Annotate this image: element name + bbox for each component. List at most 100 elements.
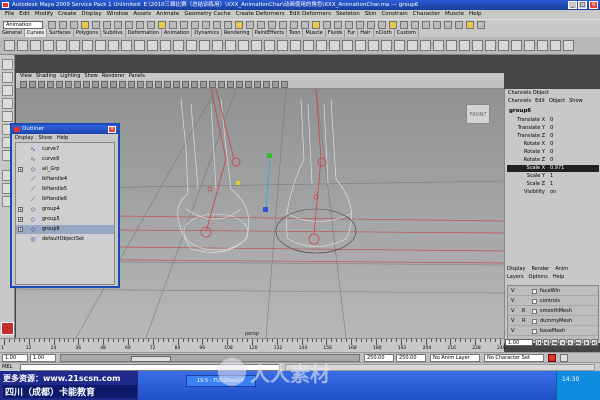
outliner-item[interactable]: ⟋ ikHandle5 — [16, 185, 114, 194]
shelf-tool-icon[interactable] — [134, 40, 145, 51]
channel-row[interactable]: Rotate X 0 — [507, 141, 599, 148]
selected-object-name[interactable]: group6 — [507, 107, 599, 115]
statusline-tool-icon[interactable] — [147, 21, 155, 29]
layer-visibility-toggle[interactable]: V — [511, 307, 514, 316]
layer-row[interactable]: VfaceWin — [508, 287, 598, 296]
shelf-tool-icon[interactable] — [69, 40, 80, 51]
menu-help[interactable]: Help — [469, 11, 482, 17]
shelf-tool-icon[interactable] — [420, 40, 431, 51]
shelf-tool-icon[interactable] — [446, 40, 457, 51]
shelf-tool-icon[interactable] — [121, 40, 132, 51]
statusline-tool-icon[interactable] — [455, 21, 463, 29]
viewport-tool-icon[interactable] — [20, 81, 27, 88]
select-tool-icon[interactable] — [2, 59, 13, 70]
statusline-tool-icon[interactable] — [48, 21, 56, 29]
layer-row[interactable]: V RsmoothMesh — [508, 307, 598, 316]
layer-reference-toggle[interactable]: R — [522, 317, 525, 326]
move-tool-icon[interactable] — [2, 98, 13, 109]
viewport-tool-icon[interactable] — [191, 81, 198, 88]
menu-geometry-cache[interactable]: Geometry Cache — [184, 11, 230, 17]
statusline-tool-icon[interactable] — [59, 21, 67, 29]
viewport-menu-view[interactable]: View — [20, 73, 32, 79]
statusline-tool-icon[interactable] — [323, 21, 331, 29]
layer-menu-layers[interactable]: Layers — [507, 274, 524, 280]
expand-icon[interactable]: + — [18, 167, 23, 172]
layer-name[interactable]: controls — [540, 297, 560, 306]
view-cube[interactable]: FRONT — [466, 104, 490, 124]
viewport-tool-icon[interactable] — [137, 81, 144, 88]
tab-hair[interactable]: Hair — [358, 29, 374, 37]
expand-icon[interactable]: + — [18, 217, 23, 222]
statusline-tool-icon[interactable] — [345, 21, 353, 29]
viewport-tool-icon[interactable] — [128, 81, 135, 88]
shelf-tool-icon[interactable] — [82, 40, 93, 51]
outliner-item[interactable]: + ◇ group5 — [16, 215, 114, 224]
outliner-close-button[interactable]: × — [108, 126, 116, 133]
playback-start-field[interactable]: 1.00 — [30, 354, 56, 362]
menu-set-select[interactable]: Animation — [3, 21, 43, 29]
outliner-menu-display[interactable]: Display — [15, 135, 33, 141]
left-foot-mesh[interactable] — [177, 98, 250, 253]
viewport-menu-panels[interactable]: Panels — [129, 73, 145, 79]
statusline-tool-icon[interactable] — [70, 21, 78, 29]
shelf-tool-icon[interactable] — [498, 40, 509, 51]
channel-value[interactable]: 1 — [550, 181, 553, 188]
statusline-tool-icon[interactable] — [246, 21, 254, 29]
viewport-tool-icon[interactable] — [245, 81, 252, 88]
shelf-tool-icon[interactable] — [329, 40, 340, 51]
layer-name[interactable]: baseMesh — [540, 327, 565, 336]
shelf-tool-icon[interactable] — [17, 40, 28, 51]
viewport-tool-icon[interactable] — [164, 81, 171, 88]
shelf-tool-icon[interactable] — [30, 40, 41, 51]
outliner-item[interactable]: + ◇ ali_Grp — [16, 165, 114, 174]
viewport-tool-icon[interactable] — [65, 81, 72, 88]
statusline-tool-icon[interactable] — [466, 21, 474, 29]
layer-name[interactable]: faceWin — [540, 287, 560, 296]
menu-create[interactable]: Create — [58, 11, 76, 17]
shelf-tool-icon[interactable] — [355, 40, 366, 51]
channel-row[interactable]: Rotate Z 0 — [507, 157, 599, 164]
channel-row[interactable]: Scale Y 1 — [507, 173, 599, 180]
menu-assets[interactable]: Assets — [133, 11, 151, 17]
menu-muscle[interactable]: Muscle — [445, 11, 464, 17]
layer-menu-help[interactable]: Help — [553, 274, 564, 280]
outliner-menu-show[interactable]: Show — [38, 135, 52, 141]
channel-value[interactable]: 0 — [550, 117, 553, 124]
viewport-tool-icon[interactable] — [182, 81, 189, 88]
menu-skin[interactable]: Skin — [365, 11, 377, 17]
outliner-menu-help[interactable]: Help — [57, 135, 68, 141]
outliner-item[interactable]: ∿ curve9 — [16, 155, 114, 164]
statusline-tool-icon[interactable] — [268, 21, 276, 29]
layer-color-swatch[interactable] — [532, 289, 537, 294]
layer-tab-render[interactable]: Render — [531, 266, 549, 272]
statusline-tool-icon[interactable] — [92, 21, 100, 29]
layer-menu-options[interactable]: Options — [529, 274, 548, 280]
tab-dynamics[interactable]: Dynamics — [192, 29, 223, 37]
shelf-tool-icon[interactable] — [407, 40, 418, 51]
shelf-tool-icon[interactable] — [56, 40, 67, 51]
channel-value[interactable]: 0 — [550, 157, 553, 164]
anim-layer-select[interactable]: No Anim Layer — [430, 354, 480, 362]
auto-key-icon[interactable] — [548, 354, 556, 362]
viewport-tool-icon[interactable] — [155, 81, 162, 88]
channel-row[interactable]: Visibility on — [507, 189, 599, 196]
tab-toon[interactable]: Toon — [287, 29, 304, 37]
menu-file[interactable]: File — [5, 11, 14, 17]
maya-app-icon[interactable] — [2, 2, 9, 8]
channel-menu-edit[interactable]: Edit — [535, 98, 545, 104]
statusline-tool-icon[interactable] — [444, 21, 452, 29]
channel-value[interactable]: 0 — [550, 149, 553, 156]
tab-fluids[interactable]: Fluids — [326, 29, 346, 37]
shelf-tool-icon[interactable] — [537, 40, 548, 51]
shelf-tool-icon[interactable] — [394, 40, 405, 51]
paint-select-icon[interactable] — [2, 85, 13, 96]
channel-value[interactable]: on — [550, 189, 556, 196]
menu-display[interactable]: Display — [81, 11, 101, 17]
shelf-tool-icon[interactable] — [212, 40, 223, 51]
channel-value[interactable]: 0 — [550, 141, 553, 148]
viewport-tool-icon[interactable] — [227, 81, 234, 88]
tab-rendering[interactable]: Rendering — [222, 29, 253, 37]
statusline-tool-icon[interactable] — [103, 21, 111, 29]
y-axis-handle[interactable] — [267, 153, 272, 158]
channel-row[interactable]: Translate Y 0 — [507, 125, 599, 132]
